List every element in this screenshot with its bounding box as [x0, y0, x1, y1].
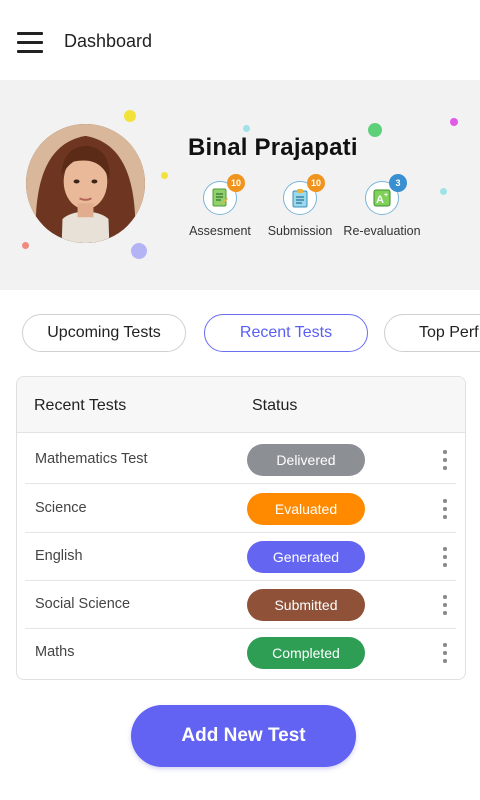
more-options-icon[interactable] [439, 593, 451, 617]
table-row[interactable]: Science Evaluated [25, 485, 456, 533]
decorative-dot [22, 242, 29, 249]
decorative-dot [124, 110, 136, 122]
svg-text:A: A [376, 194, 384, 206]
status-badge[interactable]: Completed [247, 637, 365, 669]
tab-recent-tests[interactable]: Recent Tests [204, 314, 368, 352]
submission-stat[interactable]: 10 Submission [255, 174, 345, 238]
table-row[interactable]: Social Science Submitted [25, 581, 456, 629]
tab-top-performers[interactable]: Top Perf [384, 314, 480, 352]
more-options-icon[interactable] [439, 641, 451, 665]
avatar[interactable] [26, 124, 145, 243]
test-name: Science [35, 500, 87, 516]
test-name: Social Science [35, 596, 131, 612]
top-app-bar: Dashboard [0, 0, 480, 80]
assessment-count-badge: 10 [227, 174, 245, 192]
tab-upcoming-tests[interactable]: Upcoming Tests [22, 314, 186, 352]
table-row[interactable]: Maths Completed [25, 629, 456, 677]
column-header-name: Recent Tests [34, 397, 127, 414]
page-title: Dashboard [64, 31, 153, 51]
column-header-status: Status [252, 397, 298, 414]
user-name: Binal Prajapati [188, 134, 358, 161]
more-options-icon[interactable] [439, 497, 451, 521]
submission-count-badge: 10 [307, 174, 325, 192]
recent-tests-table: Recent Tests Status Mathematics Test Del… [16, 376, 466, 680]
test-name: Mathematics Test [35, 451, 148, 467]
more-options-icon[interactable] [439, 448, 451, 472]
avatar-photo [26, 124, 145, 243]
decorative-dot [131, 243, 147, 259]
status-badge[interactable]: Generated [247, 541, 365, 573]
re-evaluation-stat[interactable]: A + 3 Re-evaluation [337, 174, 427, 238]
decorative-dot [368, 123, 382, 137]
hamburger-menu-icon[interactable] [17, 32, 43, 53]
table-header: Recent Tests Status [17, 377, 465, 433]
table-row[interactable]: English Generated [25, 533, 456, 581]
status-badge[interactable]: Delivered [247, 444, 365, 476]
more-options-icon[interactable] [439, 545, 451, 569]
assessment-icon: 10 [203, 174, 245, 215]
assessment-label: Assesment [189, 224, 251, 238]
decorative-dot [450, 118, 458, 126]
submission-label: Submission [267, 224, 333, 238]
svg-text:+: + [384, 192, 388, 199]
add-new-test-button[interactable]: Add New Test [131, 705, 356, 767]
profile-section: Binal Prajapati 10 Assesment 10 Submissi… [0, 80, 480, 290]
re-evaluation-count-badge: 3 [389, 174, 407, 192]
re-evaluation-icon: A + 3 [365, 174, 407, 215]
decorative-dot [243, 125, 250, 132]
decorative-dot [161, 172, 168, 179]
test-name: English [35, 548, 83, 564]
test-name: Maths [35, 644, 75, 660]
table-row[interactable]: Mathematics Test Delivered [25, 436, 456, 484]
test-tabs: Upcoming Tests Recent Tests Top Perf [0, 314, 480, 352]
re-evaluation-label: Re-evaluation [343, 224, 421, 238]
status-badge[interactable]: Evaluated [247, 493, 365, 525]
status-badge[interactable]: Submitted [247, 589, 365, 621]
assessment-stat[interactable]: 10 Assesment [175, 174, 265, 238]
decorative-dot [440, 188, 447, 195]
submission-icon: 10 [283, 174, 325, 215]
